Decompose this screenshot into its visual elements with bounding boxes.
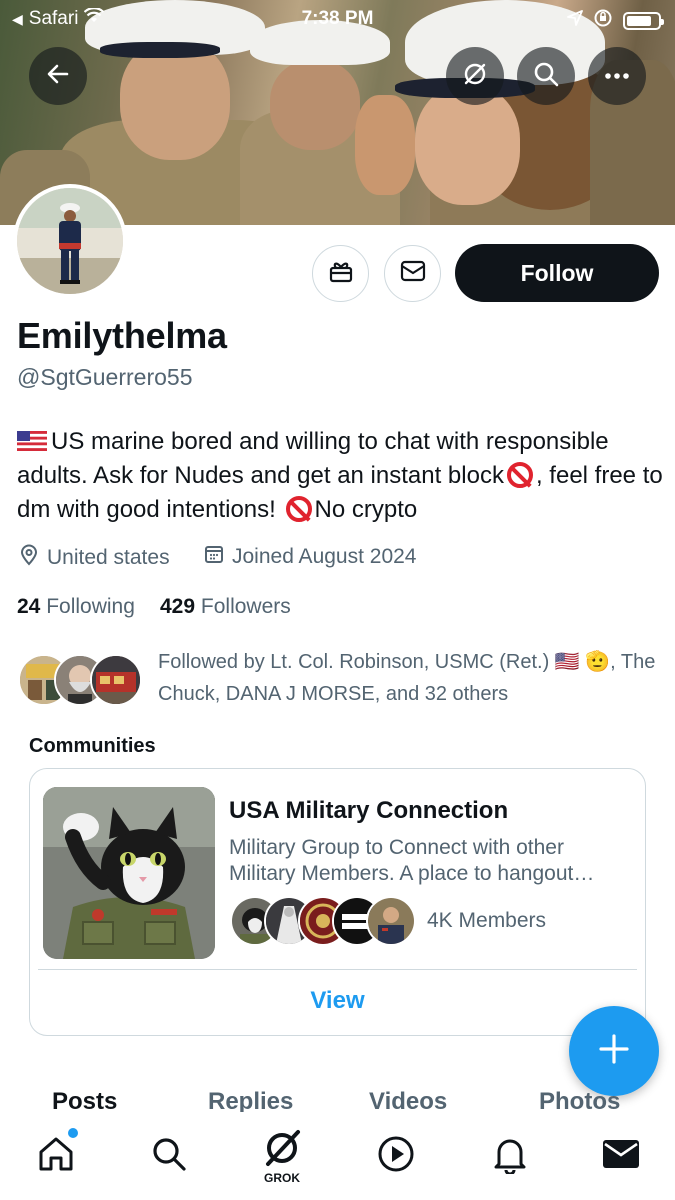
nav-grok[interactable]: GROK bbox=[252, 1126, 312, 1186]
followers-count: 429 bbox=[160, 595, 196, 618]
bio-text-3: No crypto bbox=[314, 496, 418, 523]
community-member-avatars bbox=[230, 896, 416, 948]
bottom-nav: GROK bbox=[0, 1112, 675, 1200]
notification-dot bbox=[68, 1128, 78, 1138]
calendar-icon bbox=[204, 544, 224, 570]
more-icon bbox=[604, 67, 630, 85]
grok-icon bbox=[260, 1128, 304, 1173]
view-community-button[interactable]: View bbox=[30, 987, 645, 1015]
join-date-text: Joined August 2024 bbox=[232, 545, 417, 568]
gift-button[interactable] bbox=[312, 245, 369, 302]
community-title[interactable]: USA Military Connection bbox=[229, 797, 508, 825]
more-button[interactable] bbox=[588, 47, 646, 105]
community-card[interactable]: USA Military Connection Military Group t… bbox=[29, 768, 646, 1036]
prohibited-icon bbox=[506, 462, 533, 488]
followed-by-text[interactable]: Followed by Lt. Col. Robinson, USMC (Ret… bbox=[158, 646, 668, 710]
back-button[interactable] bbox=[29, 47, 87, 105]
profile-bio: US marine bored and willing to chat with… bbox=[17, 425, 667, 527]
mail-icon bbox=[601, 1138, 641, 1175]
orientation-lock-icon bbox=[593, 8, 613, 34]
followed-by-avatars[interactable] bbox=[18, 654, 143, 708]
plus-icon bbox=[597, 1032, 631, 1071]
video-icon bbox=[376, 1134, 416, 1179]
card-divider bbox=[38, 969, 637, 970]
communities-heading: Communities bbox=[29, 735, 156, 757]
status-bar: ◀ Safari 7:38 PM bbox=[0, 0, 675, 38]
us-flag-icon bbox=[17, 431, 47, 451]
search-icon bbox=[150, 1135, 188, 1178]
location-text: United states bbox=[47, 546, 170, 569]
home-icon bbox=[36, 1134, 76, 1179]
location: United states bbox=[19, 544, 170, 572]
nav-search[interactable] bbox=[139, 1126, 199, 1186]
following-label: Following bbox=[46, 595, 135, 618]
bell-icon bbox=[491, 1134, 529, 1179]
following-link[interactable]: 24 Following bbox=[17, 595, 135, 619]
profile-avatar[interactable] bbox=[13, 184, 127, 298]
avatar bbox=[90, 654, 142, 706]
user-handle: @SgtGuerrero55 bbox=[17, 364, 193, 390]
nav-messages[interactable] bbox=[591, 1126, 651, 1186]
grok-icon bbox=[461, 60, 489, 93]
community-image bbox=[43, 787, 215, 959]
following-count: 24 bbox=[17, 595, 41, 618]
back-arrow-icon bbox=[45, 61, 71, 92]
grok-button[interactable] bbox=[446, 47, 504, 105]
message-button[interactable] bbox=[384, 245, 441, 302]
search-icon bbox=[533, 61, 559, 92]
gift-icon bbox=[328, 258, 354, 289]
join-date: Joined August 2024 bbox=[204, 544, 417, 570]
battery-icon bbox=[623, 12, 664, 30]
follow-button[interactable]: Follow bbox=[455, 244, 659, 302]
grok-label: GROK bbox=[264, 1170, 300, 1185]
nav-video[interactable] bbox=[366, 1126, 426, 1186]
avatar bbox=[366, 896, 416, 946]
community-description: Military Group to Connect with other Mil… bbox=[229, 836, 595, 885]
location-pin-icon bbox=[19, 544, 39, 572]
nav-home[interactable] bbox=[26, 1126, 86, 1186]
envelope-icon bbox=[400, 260, 426, 287]
followers-label: Followers bbox=[200, 595, 291, 618]
community-member-count: 4K Members bbox=[427, 909, 547, 932]
display-name: Emilythelma bbox=[17, 315, 227, 356]
compose-button[interactable] bbox=[569, 1006, 659, 1096]
nav-notifications[interactable] bbox=[480, 1126, 540, 1186]
followers-link[interactable]: 429 Followers bbox=[160, 595, 291, 619]
prohibited-icon bbox=[285, 496, 312, 522]
search-button[interactable] bbox=[517, 47, 575, 105]
location-icon bbox=[567, 10, 583, 32]
